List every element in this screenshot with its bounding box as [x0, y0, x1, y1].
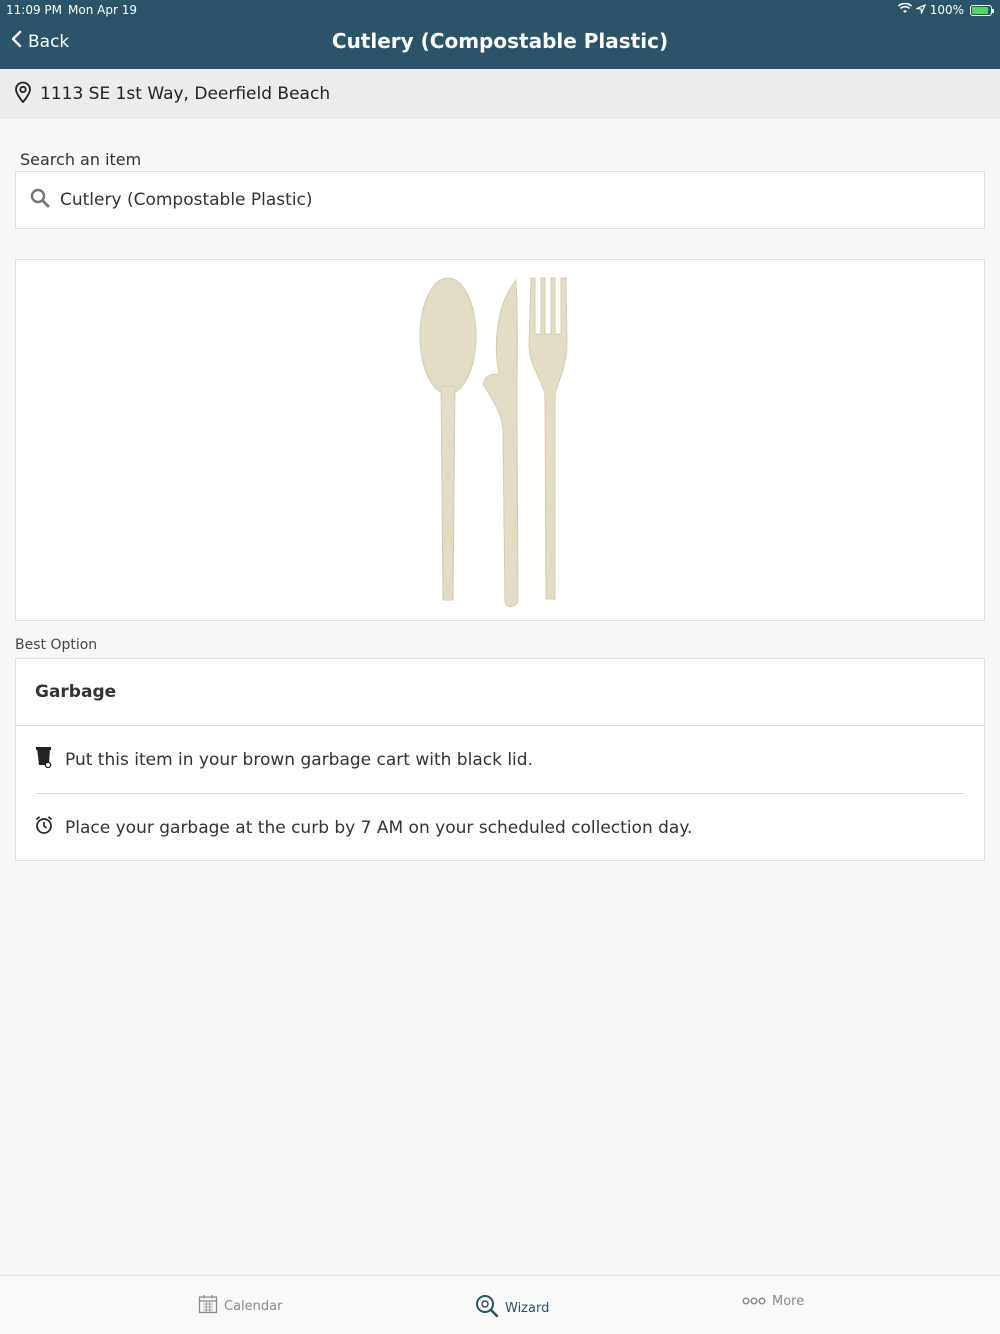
status-date: Mon Apr 19: [68, 3, 137, 17]
tab-bar: Calendar Wizard More: [0, 1275, 1000, 1334]
tab-more[interactable]: More: [742, 1294, 804, 1309]
instruction-row: Place your garbage at the curb by 7 AM o…: [16, 794, 984, 861]
status-bar: 11:09 PM Mon Apr 19 100%: [0, 0, 1000, 20]
wifi-icon: [897, 2, 912, 17]
search-input[interactable]: Cutlery (Compostable Plastic): [15, 171, 985, 229]
garbage-cart-icon: [35, 746, 53, 773]
location-pin-icon: [14, 81, 32, 108]
tab-calendar[interactable]: Calendar: [198, 1294, 282, 1318]
status-indicators: 100%: [897, 2, 994, 17]
location-arrow-icon: [914, 3, 926, 17]
battery-percent: 100%: [929, 3, 964, 17]
instruction-row: Put this item in your brown garbage cart…: [16, 726, 984, 793]
instruction-text: Put this item in your brown garbage cart…: [65, 749, 533, 770]
instruction-text: Place your garbage at the curb by 7 AM o…: [65, 817, 693, 838]
alarm-clock-icon: [35, 815, 53, 840]
search-icon: [30, 188, 50, 213]
more-dots-icon: [742, 1294, 766, 1309]
tab-wizard[interactable]: Wizard: [475, 1294, 549, 1322]
tab-label: Wizard: [505, 1300, 550, 1316]
item-image-card: [15, 259, 985, 621]
address-bar[interactable]: 1113 SE 1st Way, Deerfield Beach: [0, 69, 1000, 119]
cutlery-image: [419, 277, 568, 607]
address-text: 1113 SE 1st Way, Deerfield Beach: [40, 84, 331, 104]
tab-label: Calendar: [224, 1298, 283, 1314]
search-label: Search an item: [20, 150, 142, 169]
option-title: Garbage: [16, 659, 984, 726]
battery-icon: [970, 4, 994, 16]
status-time: 11:09 PM: [6, 3, 62, 17]
search-value: Cutlery (Compostable Plastic): [60, 190, 313, 210]
tab-label: More: [772, 1294, 805, 1309]
app-header: 11:09 PM Mon Apr 19 100% Back Cutlery (C…: [0, 0, 1000, 69]
page-title: Cutlery (Compostable Plastic): [331, 29, 669, 53]
calendar-icon: [198, 1294, 218, 1318]
wizard-search-icon: [475, 1294, 499, 1322]
best-option-card: Garbage Put this item in your brown garb…: [15, 658, 985, 861]
best-option-label: Best Option: [15, 637, 98, 653]
